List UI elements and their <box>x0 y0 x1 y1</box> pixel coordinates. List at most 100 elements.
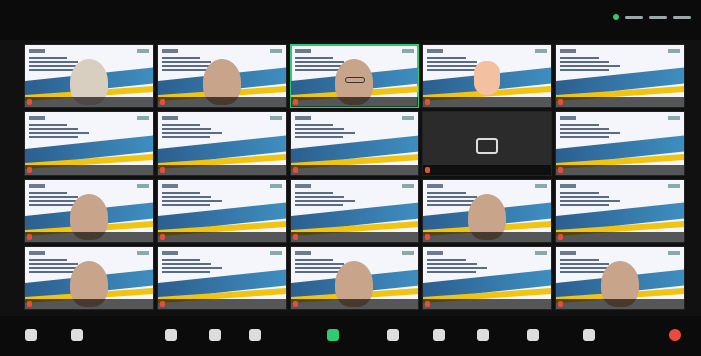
slide-text-block <box>560 57 624 71</box>
slide-header <box>560 250 577 255</box>
participant-tile[interactable] <box>555 245 685 310</box>
participant-name-bar <box>290 164 419 175</box>
slide-text-line <box>29 136 78 139</box>
camera-off-icon <box>476 138 499 155</box>
top-bar <box>0 0 701 40</box>
slide-text-line <box>161 128 211 131</box>
participant-tile[interactable] <box>289 111 420 176</box>
end-button[interactable] <box>658 329 692 350</box>
slide-text-line <box>427 69 476 71</box>
slide-text-line <box>294 57 333 59</box>
slide-text-line <box>161 203 211 206</box>
slide-text-line <box>161 262 211 265</box>
slide-text-line <box>161 266 222 269</box>
slide-text-line <box>29 57 68 59</box>
more-button[interactable] <box>572 329 606 350</box>
participant-tile[interactable] <box>422 111 553 176</box>
muted-mic-icon <box>425 301 431 307</box>
muted-mic-icon <box>558 166 564 173</box>
participant-tile[interactable] <box>24 111 154 176</box>
slide-text-line <box>427 57 466 59</box>
slide-text-line <box>427 203 476 206</box>
muted-mic-icon <box>425 99 431 106</box>
participant-tile[interactable] <box>156 111 287 176</box>
slide-text-line <box>294 128 344 131</box>
reactions-icon <box>387 329 399 341</box>
slide-text-block <box>294 124 359 139</box>
participant-name-bar <box>157 97 286 108</box>
participant-name-bar <box>423 97 552 108</box>
slide-text-line <box>294 199 355 202</box>
slide-text-line <box>294 61 344 63</box>
slide-text-block <box>560 191 624 206</box>
slide-header <box>29 183 45 188</box>
muted-mic-icon <box>558 99 564 106</box>
signal-bar <box>649 15 667 19</box>
slide-text-line <box>427 258 466 261</box>
participant-name-bar <box>290 299 419 309</box>
participant-tile[interactable] <box>289 245 420 310</box>
gallery-grid <box>24 44 685 310</box>
participant-name-bar <box>157 299 286 309</box>
slide-logo <box>668 116 680 121</box>
participant-tile[interactable] <box>422 245 553 310</box>
participant-name-bar <box>25 164 153 175</box>
participant-name-bar <box>290 97 419 108</box>
muted-mic-icon <box>159 233 165 240</box>
participant-name-bar <box>423 299 552 309</box>
slide-text-block <box>427 258 491 273</box>
slide-text-line <box>294 124 333 127</box>
participant-tile[interactable] <box>289 178 420 243</box>
participant-tile[interactable] <box>555 111 685 176</box>
slide-text-line <box>161 61 211 63</box>
slide-text-line <box>294 136 344 139</box>
participants-button[interactable] <box>198 329 232 350</box>
slide-logo <box>668 250 680 255</box>
slide-text-line <box>161 57 201 59</box>
muted-mic-icon <box>159 166 165 173</box>
participant-tile[interactable] <box>24 178 154 243</box>
meeting-toolbar <box>0 316 701 356</box>
mic-button[interactable] <box>14 329 48 350</box>
chat-button[interactable] <box>238 329 272 350</box>
slide-text-line <box>560 128 610 131</box>
reactions-button[interactable] <box>376 329 410 350</box>
notes-button[interactable] <box>516 329 550 350</box>
slide-header <box>294 116 311 121</box>
slide-text-line <box>560 262 610 265</box>
share-screen-button[interactable] <box>316 329 350 350</box>
participant-tile[interactable] <box>422 178 553 243</box>
slide-text-line <box>161 132 222 135</box>
participant-name-bar <box>157 164 286 175</box>
security-button[interactable] <box>154 329 188 350</box>
slide-logo <box>136 49 149 53</box>
participant-name-bar <box>423 231 552 242</box>
slide-text-line <box>29 258 68 261</box>
slide-text-line <box>294 69 344 71</box>
share-screen-icon <box>327 329 339 341</box>
slide-logo <box>269 116 282 121</box>
slide-header <box>29 116 45 121</box>
slide-text-block <box>161 258 226 273</box>
participant-tile[interactable] <box>24 44 154 109</box>
participant-tile[interactable] <box>289 44 420 109</box>
slide-text-line <box>294 132 355 135</box>
apps-button[interactable] <box>422 329 456 350</box>
whiteboards-button[interactable] <box>466 329 500 350</box>
muted-mic-icon <box>159 301 165 307</box>
slide-logo <box>402 116 415 121</box>
participant-tile[interactable] <box>555 44 685 109</box>
security-icon <box>165 329 177 341</box>
participant-tile[interactable] <box>156 245 287 310</box>
participant-tile[interactable] <box>422 44 553 109</box>
participant-tile[interactable] <box>156 44 287 109</box>
muted-mic-icon <box>425 166 431 173</box>
participant-tile[interactable] <box>555 178 685 243</box>
slide-text-line <box>294 191 333 194</box>
slide-text-line <box>161 199 222 202</box>
participant-tile[interactable] <box>156 178 287 243</box>
video-button[interactable] <box>60 329 94 350</box>
participant-tile[interactable] <box>24 245 154 310</box>
slide-text-line <box>161 258 201 261</box>
slide-text-line <box>294 203 344 206</box>
